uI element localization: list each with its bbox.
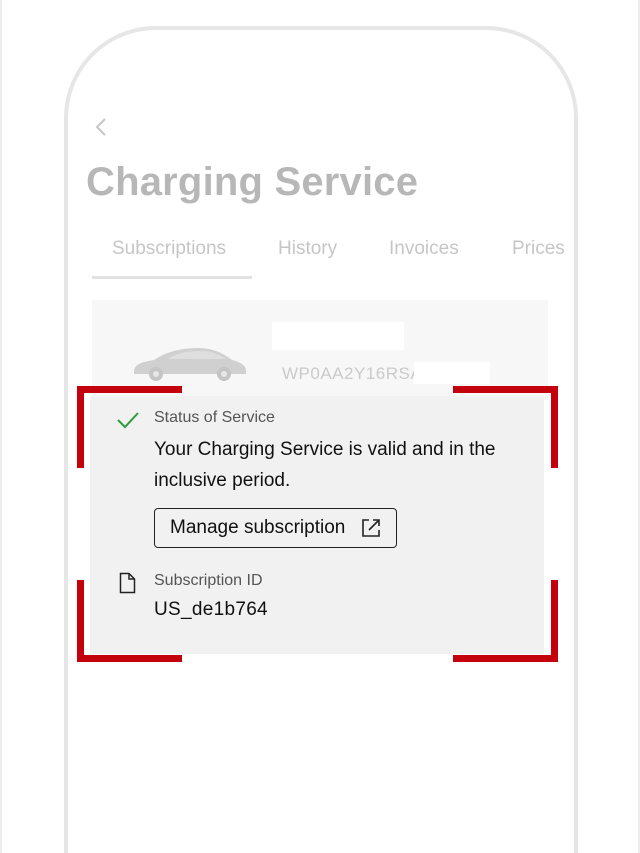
tab-subscriptions[interactable]: Subscriptions (112, 238, 226, 260)
status-label: Status of Service (154, 409, 275, 426)
tab-history[interactable]: History (278, 238, 337, 260)
manage-subscription-label: Manage subscription (170, 517, 346, 538)
page-title: Charging Service (86, 160, 419, 204)
document-icon (119, 572, 136, 594)
tab-prices[interactable]: Prices (512, 238, 565, 260)
active-tab-indicator (92, 276, 252, 279)
left-border (0, 0, 2, 853)
highlight-corner-bottom-right (453, 580, 558, 662)
manage-subscription-button[interactable]: Manage subscription (154, 508, 397, 548)
subscription-id-value: US_de1b764 (154, 599, 268, 620)
checkmark-icon (117, 412, 139, 429)
tab-bar: Subscriptions History Invoices Prices (90, 238, 570, 282)
vehicle-name-redaction (272, 322, 404, 350)
tab-invoices[interactable]: Invoices (389, 238, 459, 260)
subscription-id-label: Subscription ID (154, 572, 263, 589)
chevron-left-icon[interactable] (94, 116, 108, 138)
vehicle-vin: WP0AA2Y16RSA (282, 364, 423, 383)
car-icon (134, 348, 246, 381)
external-link-icon (362, 519, 380, 537)
status-text: Your Charging Service is valid and in th… (154, 439, 496, 491)
vin-redaction (414, 362, 490, 384)
